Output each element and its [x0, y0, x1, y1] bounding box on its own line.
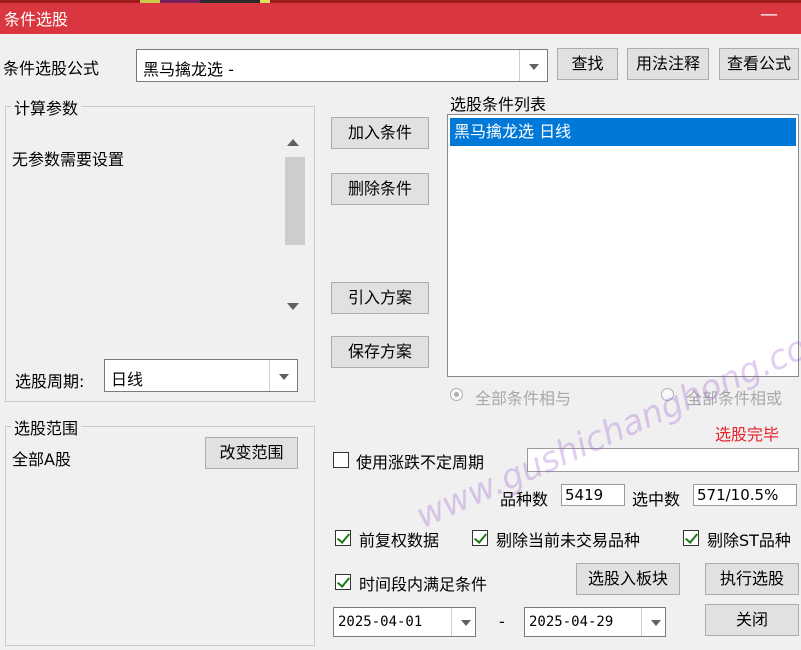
usage-button[interactable]: 用法注释: [627, 48, 709, 80]
count-value: 5419: [561, 484, 625, 506]
time-range-label: 时间段内满足条件: [359, 575, 488, 594]
date-separator: -: [499, 612, 505, 631]
irregular-period-input[interactable]: [527, 448, 799, 472]
formula-value: 黑马擒龙选 -: [143, 60, 234, 79]
change-scope-button[interactable]: 改变范围: [205, 437, 298, 469]
close-button[interactable]: 关闭: [705, 604, 799, 636]
conditions-label: 选股条件列表: [450, 95, 547, 114]
scope-value: 全部A股: [12, 450, 71, 469]
add-condition-button[interactable]: 加入条件: [331, 117, 429, 149]
exclude-untraded-checkbox[interactable]: [472, 530, 488, 546]
chevron-down-icon[interactable]: [519, 50, 547, 81]
save-plan-button[interactable]: 保存方案: [331, 336, 429, 368]
chevron-down-icon[interactable]: [269, 360, 297, 391]
scroll-up-icon[interactable]: [287, 139, 299, 146]
exclude-untraded-label: 剔除当前未交易品种: [496, 531, 641, 550]
execute-button[interactable]: 执行选股: [705, 563, 799, 595]
start-date-picker[interactable]: 2025-04-01: [333, 607, 476, 637]
irregular-period-checkbox[interactable]: [333, 452, 349, 468]
chevron-down-icon[interactable]: [641, 608, 665, 636]
minimize-button[interactable]: —: [760, 4, 778, 25]
irregular-period-label: 使用涨跌不定周期: [356, 453, 485, 472]
scope-group-label: 选股范围: [11, 415, 82, 439]
selected-label: 选中数: [632, 490, 681, 509]
pre-adjust-checkbox[interactable]: [335, 530, 351, 546]
params-group-label: 计算参数: [11, 95, 82, 119]
and-radio-label: 全部条件相与: [475, 389, 572, 408]
exclude-st-label: 剔除ST品种: [707, 531, 791, 550]
start-date-value: 2025-04-01: [338, 614, 423, 630]
selected-value: 571/10.5%: [693, 484, 797, 506]
count-label: 品种数: [500, 490, 549, 509]
scroll-thumb[interactable]: [285, 157, 305, 245]
params-scrollbar[interactable]: [283, 131, 307, 323]
period-select[interactable]: 日线: [104, 359, 298, 392]
time-range-checkbox[interactable]: [335, 574, 351, 590]
chevron-down-icon[interactable]: [451, 608, 475, 636]
find-button[interactable]: 查找: [557, 48, 618, 80]
formula-label: 条件选股公式: [3, 59, 100, 78]
scroll-down-icon[interactable]: [287, 303, 299, 310]
window-title: 条件选股: [4, 10, 69, 29]
import-plan-button[interactable]: 引入方案: [331, 282, 429, 314]
or-radio-label: 全部条件相或: [686, 389, 783, 408]
view-formula-button[interactable]: 查看公式: [719, 48, 799, 80]
and-radio[interactable]: [450, 388, 463, 401]
end-date-value: 2025-04-29: [529, 614, 614, 630]
params-text: 无参数需要设置: [12, 150, 125, 169]
to-block-button[interactable]: 选股入板块: [576, 563, 680, 595]
title-bar: 条件选股 —: [0, 0, 801, 34]
period-value: 日线: [111, 370, 144, 389]
pre-adjust-label: 前复权数据: [359, 531, 440, 550]
period-label: 选股周期:: [15, 372, 85, 391]
title-bar-strip: [0, 0, 801, 3]
end-date-picker[interactable]: 2025-04-29: [524, 607, 666, 637]
delete-condition-button[interactable]: 删除条件: [331, 173, 429, 205]
status-text: 选股完毕: [715, 425, 780, 444]
conditions-list[interactable]: 黑马擒龙选 日线: [447, 114, 799, 377]
or-radio[interactable]: [661, 388, 674, 401]
exclude-st-checkbox[interactable]: [683, 530, 699, 546]
list-item[interactable]: 黑马擒龙选 日线: [450, 118, 796, 146]
formula-select[interactable]: 黑马擒龙选 -: [136, 49, 548, 82]
